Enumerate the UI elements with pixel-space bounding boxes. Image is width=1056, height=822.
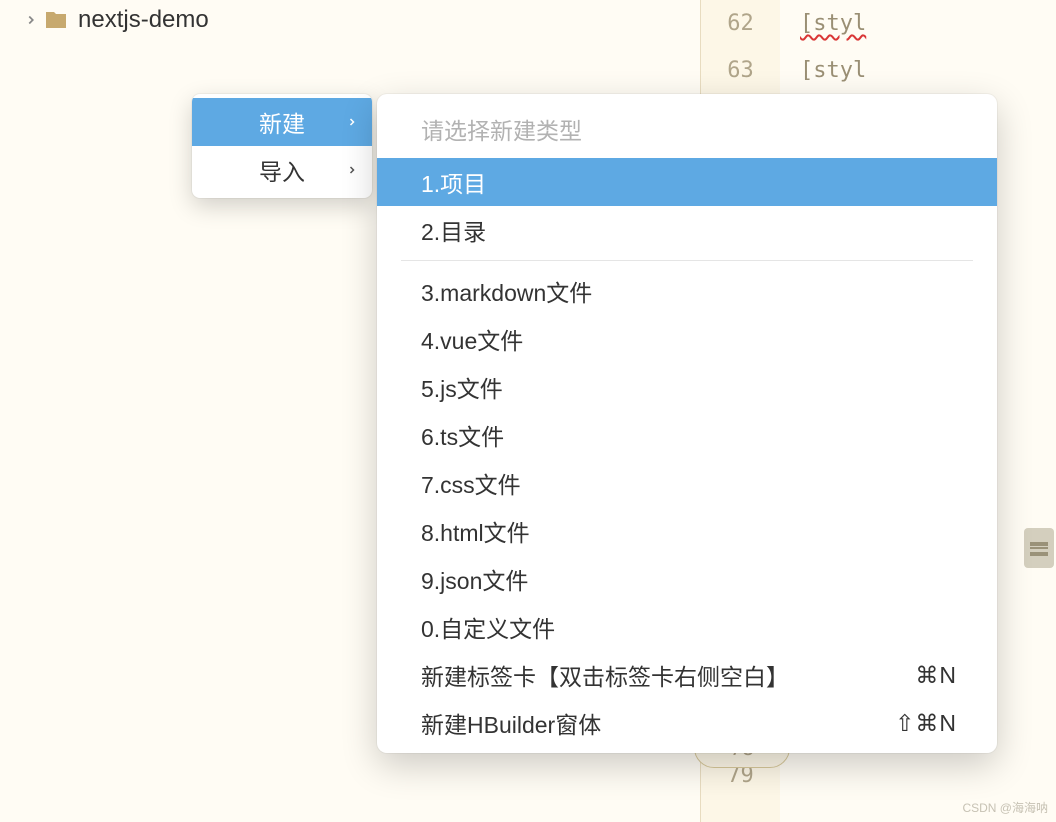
tree-item-nextjs-demo[interactable]: nextjs-demo	[0, 0, 700, 40]
line-number: 63	[701, 47, 780, 94]
submenu-divider	[401, 260, 973, 261]
menu-item-label: 新建	[259, 105, 305, 139]
submenu-item-vue[interactable]: 4.vue文件	[377, 315, 997, 363]
submenu-item-markdown[interactable]: 3.markdown文件	[377, 267, 997, 315]
submenu-item-directory[interactable]: 2.目录	[377, 206, 997, 254]
submenu-item-label: 新建HBuilder窗体	[421, 706, 601, 740]
submenu-item-css[interactable]: 7.css文件	[377, 459, 997, 507]
submenu-item-new-tab[interactable]: 新建标签卡【双击标签卡右侧空白】 ⌘N	[377, 651, 997, 699]
submenu-item-label: 1.项目	[421, 165, 486, 199]
folder-icon	[44, 8, 68, 32]
menu-item-import[interactable]: 导入	[192, 146, 372, 194]
tree-item-label: nextjs-demo	[78, 6, 209, 34]
submenu-item-json[interactable]: 9.json文件	[377, 555, 997, 603]
submenu-item-label: 9.json文件	[421, 562, 528, 596]
submenu-item-label: 7.css文件	[421, 466, 521, 500]
submenu-item-js[interactable]: 5.js文件	[377, 363, 997, 411]
menu-item-new[interactable]: 新建	[192, 98, 372, 146]
submenu-item-custom[interactable]: 0.自定义文件	[377, 603, 997, 651]
watermark: CSDN @海海呐	[962, 799, 1048, 816]
submenu-item-label: 4.vue文件	[421, 322, 523, 356]
submenu-item-label: 0.自定义文件	[421, 610, 555, 644]
submenu-item-label: 8.html文件	[421, 514, 530, 548]
submenu-item-html[interactable]: 8.html文件	[377, 507, 997, 555]
code-text: [styl	[800, 11, 866, 36]
line-number: 62	[701, 0, 780, 47]
scrollbar-thumb[interactable]	[1024, 528, 1054, 568]
new-submenu: 请选择新建类型 1.项目 2.目录 3.markdown文件 4.vue文件 5…	[377, 94, 997, 753]
code-text: [styl	[800, 58, 866, 83]
submenu-item-ts[interactable]: 6.ts文件	[377, 411, 997, 459]
submenu-item-label: 5.js文件	[421, 370, 503, 404]
keyboard-shortcut: ⇧⌘N	[895, 710, 957, 737]
submenu-item-new-window[interactable]: 新建HBuilder窗体 ⇧⌘N	[377, 699, 997, 747]
menu-item-label: 导入	[259, 153, 305, 187]
submenu-item-project[interactable]: 1.项目	[377, 158, 997, 206]
submenu-item-label: 6.ts文件	[421, 418, 504, 452]
submenu-item-label: 新建标签卡【双击标签卡右侧空白】	[421, 658, 789, 692]
submenu-item-label: 2.目录	[421, 213, 486, 247]
chevron-right-icon	[346, 116, 358, 128]
submenu-item-label: 3.markdown文件	[421, 274, 592, 308]
submenu-header: 请选择新建类型	[377, 100, 997, 158]
context-menu: 新建 导入	[192, 94, 372, 198]
chevron-right-icon	[346, 164, 358, 176]
keyboard-shortcut: ⌘N	[915, 662, 957, 689]
chevron-right-icon	[24, 13, 44, 27]
